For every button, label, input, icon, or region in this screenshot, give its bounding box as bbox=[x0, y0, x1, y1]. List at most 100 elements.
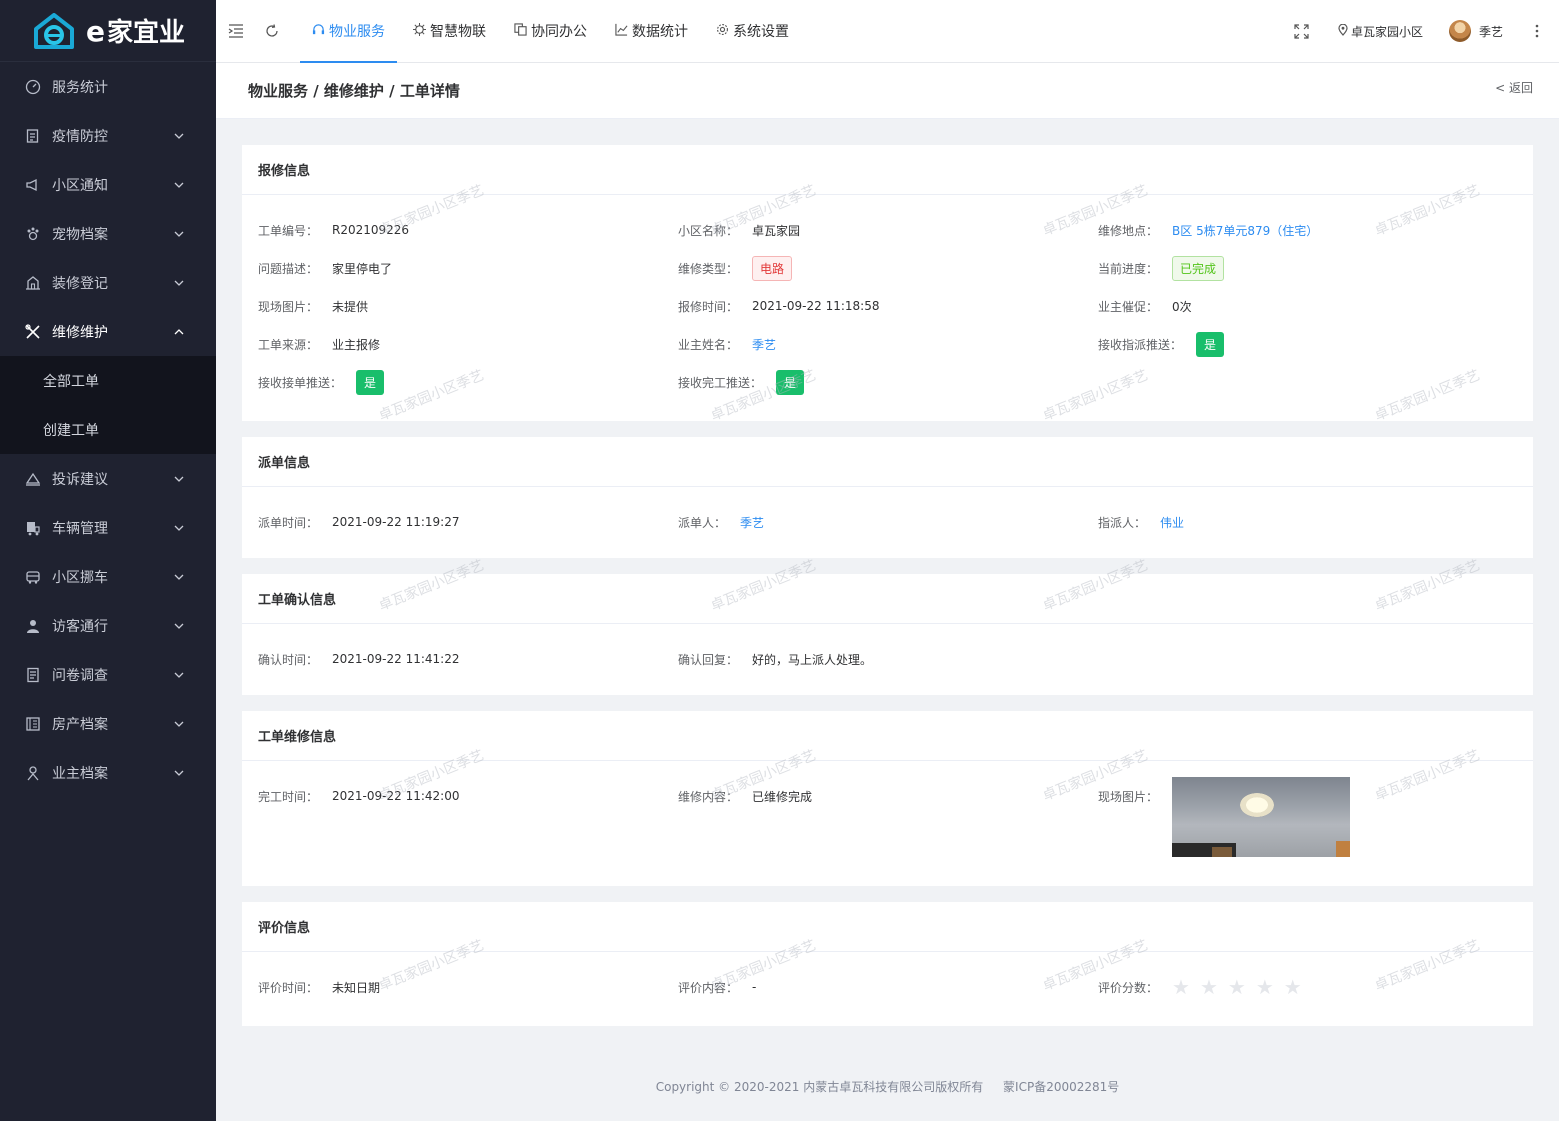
building-icon bbox=[24, 274, 42, 292]
repair-type-tag: 电路 bbox=[752, 255, 793, 281]
sidebar-item-pets[interactable]: 宠物档案 bbox=[0, 209, 216, 258]
more-vertical-icon[interactable] bbox=[1527, 21, 1547, 41]
card-title: 工单确认信息 bbox=[242, 574, 1533, 624]
chart-icon bbox=[615, 23, 628, 40]
field-assignee: 指派人： 伟业 bbox=[1098, 514, 1185, 531]
dispatch-info-card: 派单信息 派单时间： 2021-09-22 11:19:27 派单人： 季艺 指派人… bbox=[242, 437, 1533, 558]
icp-link[interactable]: 蒙ICP备20002281号 bbox=[1003, 1080, 1119, 1094]
copyright-text: Copyright © 2020-2021 内蒙古卓瓦科技有限公司版权所有 bbox=[655, 1080, 984, 1094]
megaphone-icon bbox=[24, 176, 42, 194]
fullscreen-icon[interactable] bbox=[1292, 21, 1312, 41]
field-repair-photo: 现场图片： bbox=[1098, 777, 1517, 857]
photo-shelf bbox=[1212, 847, 1233, 857]
field-review-time: 评价时间： 未知日期 bbox=[258, 980, 381, 995]
confirm-info-card: 工单确认信息 确认时间： 2021-09-22 11:41:22 确认回复： 好的，… bbox=[242, 574, 1533, 695]
headset-icon bbox=[312, 23, 325, 40]
assignee-link[interactable]: 伟业 bbox=[1160, 514, 1184, 531]
field-repair-content: 维修内容： 已维修完成 bbox=[678, 789, 813, 804]
dispatcher-link[interactable]: 季艺 bbox=[740, 514, 764, 531]
sidebar-item-create-order[interactable]: 创建工单 bbox=[0, 405, 216, 454]
field-source: 工单来源： 业主报修 bbox=[258, 337, 381, 352]
tab-statistics[interactable]: 数据统计 bbox=[601, 0, 702, 63]
chevron-down-icon bbox=[174, 131, 184, 141]
field-owner: 业主姓名： 季艺 bbox=[678, 336, 777, 353]
star-icon: ★ bbox=[1172, 975, 1190, 999]
sidebar-item-service-stats[interactable]: 服务统计 bbox=[0, 62, 216, 111]
field-assign-push: 接收指派推送：是 bbox=[1098, 325, 1517, 363]
sidebar-item-owners[interactable]: 业主档案 bbox=[0, 748, 216, 797]
star-icon: ★ bbox=[1227, 975, 1246, 999]
site-photo[interactable] bbox=[1172, 777, 1351, 857]
field-dispatcher: 派单人： 季艺 bbox=[678, 514, 765, 531]
module-tabs: 物业服务 智慧物联 协同办公 数据统计 系统设置 bbox=[298, 0, 803, 63]
field-dispatch-time: 派单时间： 2021-09-22 11:19:27 bbox=[258, 515, 460, 530]
bus-icon bbox=[24, 568, 42, 586]
sidebar-item-notice[interactable]: 小区通知 bbox=[0, 160, 216, 209]
chip-icon bbox=[413, 22, 426, 40]
photo-wall-edge bbox=[1336, 841, 1351, 857]
location-pin-icon bbox=[1338, 23, 1348, 39]
survey-icon bbox=[24, 666, 42, 684]
house-icon bbox=[24, 715, 42, 733]
sidebar-item-complaints[interactable]: 投诉建议 bbox=[0, 454, 216, 503]
chevron-down-icon bbox=[174, 523, 184, 533]
avatar bbox=[1448, 20, 1471, 42]
card-title: 报修信息 bbox=[242, 145, 1533, 195]
field-order-no: 工单编号： R202109226 bbox=[258, 223, 410, 238]
star-icon: ★ bbox=[1283, 975, 1302, 999]
maintenance-submenu: 全部工单 创建工单 bbox=[0, 356, 216, 454]
field-review-content: 评价内容： - bbox=[678, 980, 757, 995]
user-menu[interactable]: 季艺 bbox=[1448, 20, 1503, 42]
tab-smart-iot[interactable]: 智慧物联 bbox=[399, 0, 500, 63]
tools-icon bbox=[24, 323, 42, 341]
breadcrumb: 物业服务 / 维修维护 / 工单详情 bbox=[248, 82, 460, 100]
chevron-down-icon bbox=[174, 768, 184, 778]
tab-property-service[interactable]: 物业服务 bbox=[298, 0, 399, 63]
sidebar-item-maintenance[interactable]: 维修维护 bbox=[0, 307, 216, 356]
location-link[interactable]: B区 5栋7单元879（住宅） bbox=[1172, 222, 1318, 239]
review-info-card: 评价信息 评价时间： 未知日期 评价内容： - 评价分数： ★ ★ ★ ★ ★ bbox=[242, 902, 1533, 1026]
complaint-icon bbox=[24, 470, 42, 488]
sidebar-item-move-car[interactable]: 小区挪车 bbox=[0, 552, 216, 601]
status-badge: 已完成 bbox=[1172, 255, 1225, 281]
field-confirm-time: 确认时间： 2021-09-22 11:41:22 bbox=[258, 652, 460, 667]
pet-icon bbox=[24, 225, 42, 243]
field-location: 维修地点： B区 5栋7单元879（住宅） bbox=[1098, 222, 1319, 239]
owner-icon bbox=[24, 764, 42, 782]
owner-link[interactable]: 季艺 bbox=[752, 336, 776, 353]
star-icon: ★ bbox=[1255, 975, 1274, 999]
chevron-down-icon bbox=[174, 229, 184, 239]
sidebar-item-survey[interactable]: 问卷调查 bbox=[0, 650, 216, 699]
chevron-down-icon bbox=[174, 474, 184, 484]
copy-icon bbox=[514, 22, 527, 40]
sidebar-item-all-orders[interactable]: 全部工单 bbox=[0, 356, 216, 405]
gear-icon bbox=[716, 23, 729, 40]
chevron-down-icon bbox=[174, 180, 184, 190]
sidebar-item-decoration[interactable]: 装修登记 bbox=[0, 258, 216, 307]
report-info-card: 报修信息 工单编号： R202109226 小区名称： 卓瓦家园 维修地点： B区 5… bbox=[242, 145, 1533, 421]
chevron-down-icon bbox=[174, 278, 184, 288]
footer: Copyright © 2020-2021 内蒙古卓瓦科技有限公司版权所有 蒙I… bbox=[216, 1078, 1559, 1095]
back-link[interactable]: < 返回 bbox=[1495, 79, 1533, 96]
sidebar-item-vehicles[interactable]: 车辆管理 bbox=[0, 503, 216, 552]
sidebar-item-visitors[interactable]: 访客通行 bbox=[0, 601, 216, 650]
tab-office[interactable]: 协同办公 bbox=[500, 0, 601, 63]
house-logo-icon bbox=[34, 12, 74, 49]
card-title: 派单信息 bbox=[242, 437, 1533, 487]
sidebar-menu: 服务统计 疫情防控 小区通知 宠物档案 装修登记 维修维护 全部工单 创建工单 … bbox=[0, 62, 216, 797]
car-icon bbox=[24, 519, 42, 537]
field-progress: 当前进度： 已完成 bbox=[1098, 249, 1517, 287]
card-title: 评价信息 bbox=[242, 902, 1533, 952]
page-header: 物业服务 / 维修维护 / 工单详情 < 返回 bbox=[216, 63, 1559, 119]
field-finish-push: 接收完工推送：是 bbox=[678, 363, 1098, 401]
star-icon: ★ bbox=[1199, 975, 1218, 999]
community-switcher[interactable]: 卓瓦家园小区 bbox=[1338, 23, 1423, 40]
tab-settings[interactable]: 系统设置 bbox=[702, 0, 803, 63]
field-community: 小区名称： 卓瓦家园 bbox=[678, 223, 801, 238]
refresh-icon[interactable] bbox=[262, 21, 282, 41]
sidebar-item-property[interactable]: 房产档案 bbox=[0, 699, 216, 748]
app-logo[interactable]: e家宜业 bbox=[0, 0, 216, 62]
sidebar-item-epidemic[interactable]: 疫情防控 bbox=[0, 111, 216, 160]
collapse-menu-icon[interactable] bbox=[226, 21, 246, 41]
finish-push-badge: 是 bbox=[776, 369, 805, 395]
